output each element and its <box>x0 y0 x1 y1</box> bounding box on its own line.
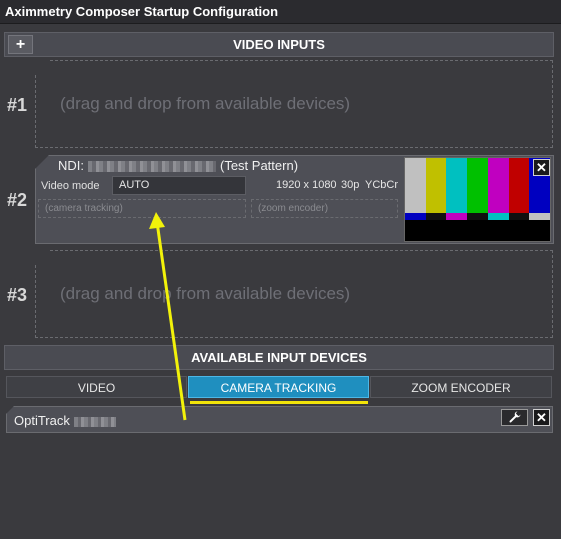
drop-zone-placeholder: (drag and drop from available devices) <box>60 94 351 113</box>
device-name: OptiTrack <box>14 413 70 428</box>
device-name-prefix: NDI: <box>58 158 84 173</box>
list-item-label: OptiTrack <box>14 413 116 428</box>
video-mode-select[interactable]: AUTO <box>112 176 246 195</box>
device-name: NDI: (Test Pattern) <box>58 158 298 173</box>
sub-bar-4 <box>487 213 509 220</box>
framerate-text: 30p <box>341 179 360 191</box>
available-devices-title: AVAILABLE INPUT DEVICES <box>191 350 367 365</box>
window-title: Aximmetry Composer Startup Configuration <box>0 0 561 24</box>
add-input-button[interactable]: + <box>8 35 33 54</box>
sub-bar-6 <box>529 213 550 220</box>
camera-tracking-slot[interactable]: (camera tracking) <box>38 199 246 218</box>
drop-zone-slot-3[interactable]: (drag and drop from available devices) <box>35 250 553 338</box>
color-bar-4 <box>487 158 509 213</box>
wrench-icon <box>509 411 520 423</box>
color-bar-1 <box>425 158 447 213</box>
resolution-text: 1920 x 1080 <box>276 179 337 191</box>
color-bar-0 <box>405 158 426 213</box>
active-tab-indicator <box>190 401 368 404</box>
color-format-text: YCbCr <box>365 179 399 191</box>
sub-bar-5 <box>508 213 530 220</box>
close-icon: ✕ <box>536 410 547 425</box>
color-sub-bars <box>405 213 550 220</box>
zoom-encoder-slot[interactable]: (zoom encoder) <box>251 199 398 218</box>
remove-available-device-button[interactable]: ✕ <box>533 409 550 426</box>
video-preview <box>404 157 551 242</box>
slot-label-1: #1 <box>7 95 28 115</box>
slot-label-2: #2 <box>7 190 28 210</box>
sub-bar-2 <box>446 213 468 220</box>
settings-button[interactable] <box>501 409 528 426</box>
available-devices-header: AVAILABLE INPUT DEVICES <box>4 345 554 370</box>
drop-zone-slot-1[interactable]: (drag and drop from available devices) <box>35 60 553 148</box>
close-icon: ✕ <box>536 160 547 175</box>
color-bars <box>405 158 550 213</box>
video-inputs-title: VIDEO INPUTS <box>233 37 325 52</box>
tab-camera-tracking[interactable]: CAMERA TRACKING <box>188 376 369 398</box>
video-inputs-header: VIDEO INPUTS <box>4 32 554 57</box>
tab-video[interactable]: VIDEO <box>6 376 187 398</box>
remove-device-button[interactable]: ✕ <box>533 159 550 176</box>
sub-bar-1 <box>425 213 447 220</box>
color-bar-2 <box>446 158 468 213</box>
redacted-device-name <box>88 161 216 173</box>
color-bar-3 <box>467 158 488 213</box>
color-bar-5 <box>508 158 530 213</box>
redacted-device-suffix <box>73 416 116 427</box>
tab-zoom-encoder[interactable]: ZOOM ENCODER <box>370 376 552 398</box>
sub-bar-3 <box>467 213 488 220</box>
sub-bar-0 <box>405 213 426 220</box>
device-name-suffix: (Test Pattern) <box>220 158 299 173</box>
video-mode-label: Video mode <box>41 180 100 192</box>
slot-label-3: #3 <box>7 285 28 305</box>
drop-zone-placeholder: (drag and drop from available devices) <box>60 284 351 303</box>
